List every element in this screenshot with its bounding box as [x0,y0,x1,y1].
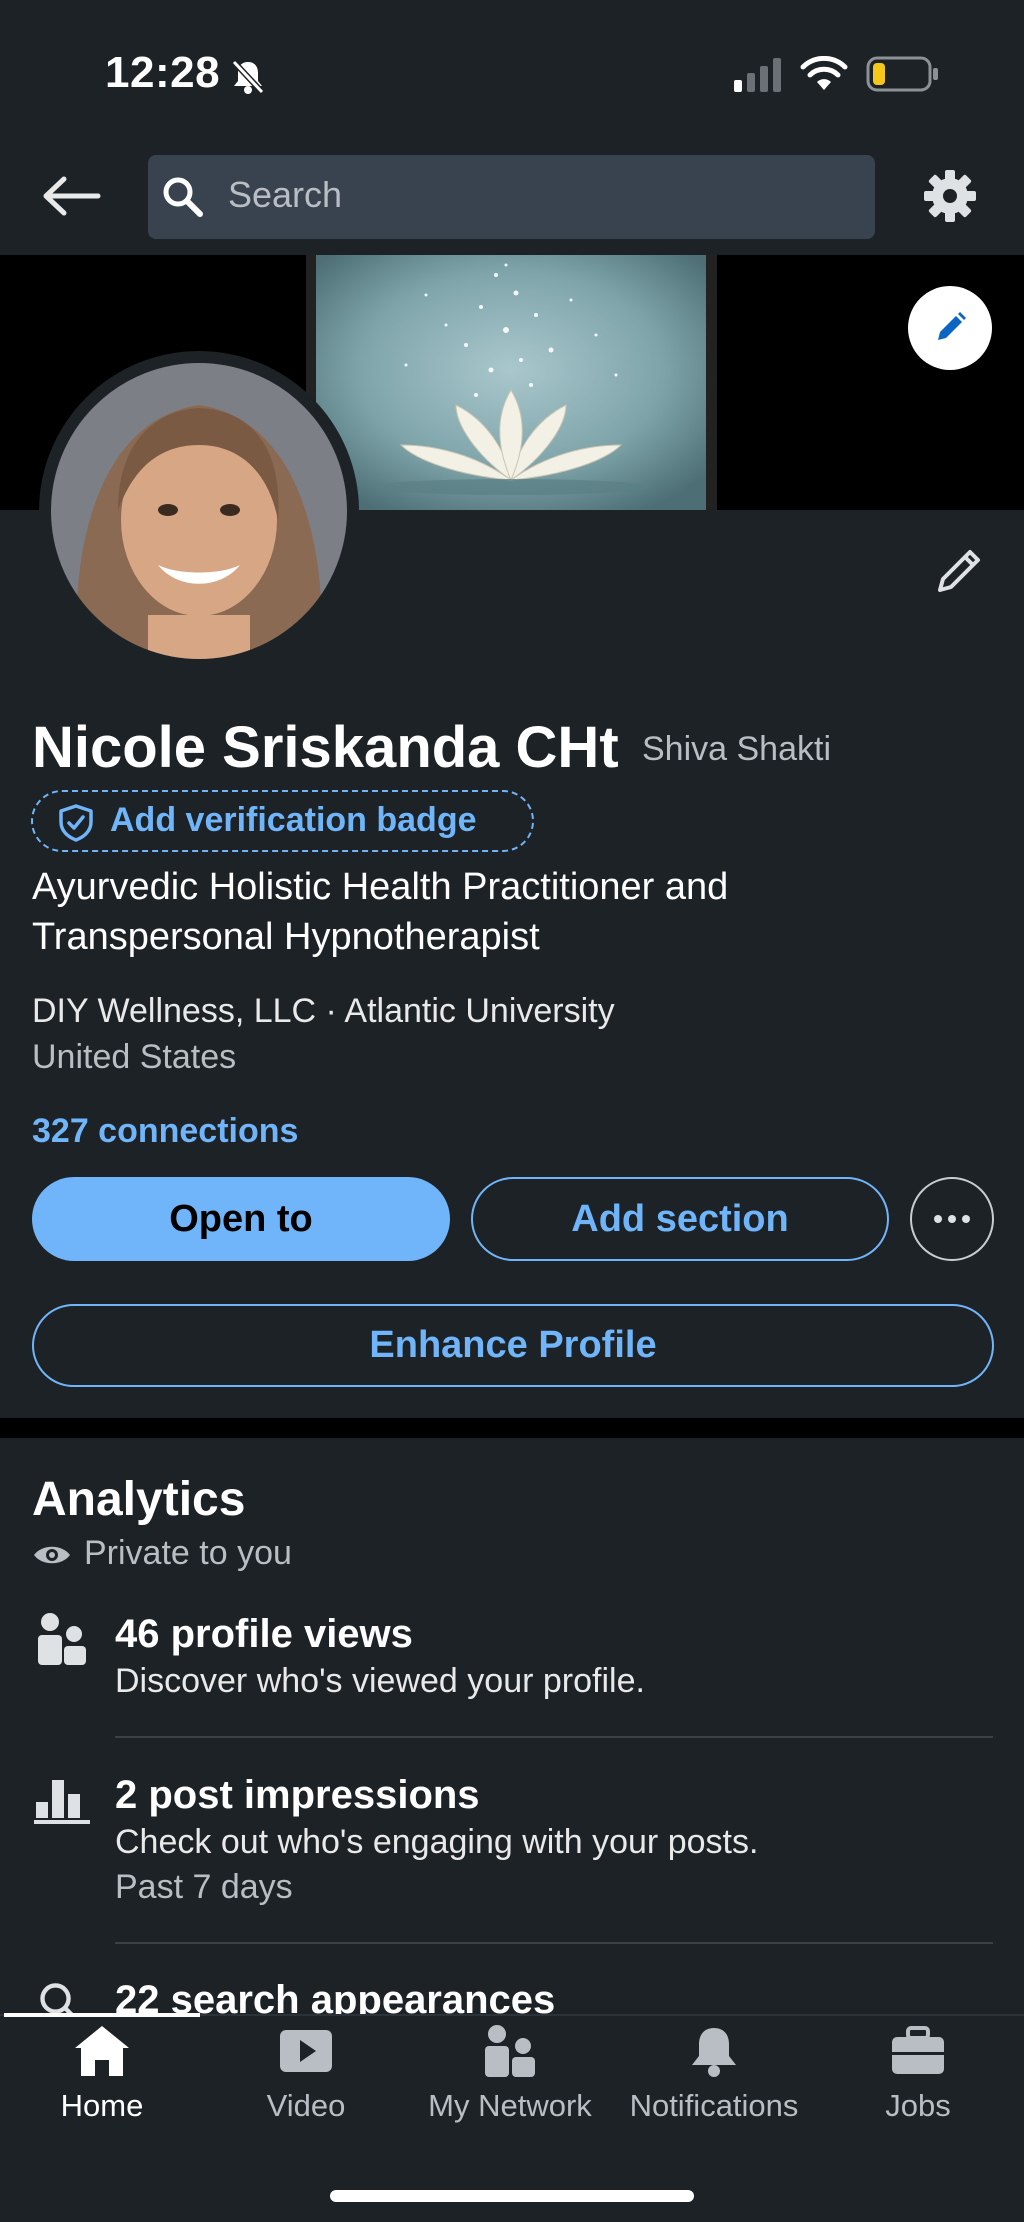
row-divider [115,1736,993,1738]
people-icon [38,1613,86,1665]
connections-link[interactable]: 327 connections [32,1112,298,1151]
profile-views-title[interactable]: 46 profile views [115,1612,413,1657]
eye-icon [34,1546,70,1564]
video-icon [280,2030,332,2072]
post-impressions-title[interactable]: 2 post impressions [115,1773,480,1818]
profile-name: Nicole Sriskanda CHt [32,715,619,780]
pencil-icon [938,312,966,340]
active-tab-indicator [4,2013,200,2017]
section-divider [0,1418,1024,1438]
home-indicator [330,2190,694,2202]
enhance-profile-button[interactable]: Enhance Profile [32,1304,994,1387]
tab-label-video: Video [266,2088,346,2123]
shield-check-icon [59,804,93,842]
profile-views-subtitle: Discover who's viewed your profile. [115,1662,645,1700]
profile-headline: Ayurvedic Holistic Health Practitioner a… [32,866,729,958]
briefcase-icon [892,2026,944,2074]
add-section-button[interactable]: Add section [471,1177,889,1261]
signal-icon [734,58,781,92]
battery-icon [866,56,938,92]
wifi-icon [800,56,848,90]
more-options-button[interactable] [910,1177,994,1261]
profile-pronoun: Shiva Shakti [642,730,831,768]
status-time: 12:28 [105,48,221,97]
analytics-visibility: Private to you [84,1534,292,1572]
profile-company[interactable]: DIY Wellness, LLC · Atlantic University [32,992,615,1031]
settings-gear-icon[interactable] [922,168,978,224]
post-impressions-period: Past 7 days [115,1868,293,1906]
tab-my-network[interactable]: My Network [408,2024,612,2144]
bell-icon [692,2028,736,2077]
tab-home[interactable]: Home [0,2024,204,2144]
network-icon [485,2025,535,2077]
post-impressions-subtitle: Check out who's engaging with your posts… [115,1823,759,1861]
profile-avatar[interactable] [38,350,360,672]
tab-notifications[interactable]: Notifications [612,2024,816,2144]
analytics-title: Analytics [32,1473,246,1526]
tab-label-jobs: Jobs [885,2088,951,2123]
search-icon [163,177,203,217]
profile-location: United States [32,1038,237,1076]
banner-lotus-image [306,255,717,510]
search-placeholder: Search [228,174,343,215]
row-divider [115,1942,993,1944]
verification-badge-label: Add verification badge [110,801,477,839]
bar-chart-icon [34,1780,90,1824]
tab-label-home: Home [60,2088,144,2123]
tab-label-my-network: My Network [428,2088,592,2123]
ellipsis-icon [934,1215,970,1223]
tab-video[interactable]: Video [204,2024,408,2144]
edit-profile-pencil-icon[interactable] [932,544,986,598]
tab-jobs[interactable]: Jobs [816,2024,1020,2144]
back-arrow-icon[interactable] [40,173,104,219]
silent-bell-icon [231,59,265,95]
open-to-button[interactable]: Open to [32,1177,450,1261]
tab-label-notifications: Notifications [629,2088,799,2123]
home-icon [75,2026,129,2076]
